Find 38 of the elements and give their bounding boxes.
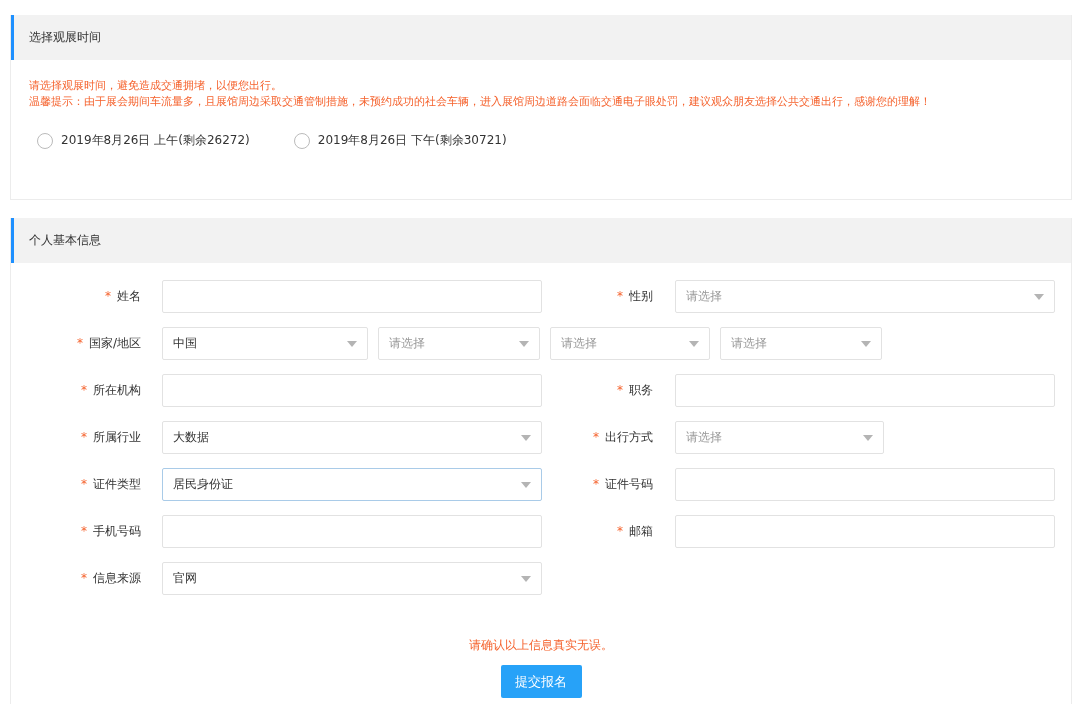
field-label: * 证件号码 [592,476,653,493]
confirm-text: 请确认以上信息真实无误。 [468,637,614,654]
section-title: 个人基本信息 [29,232,101,249]
caret-icon [521,434,531,441]
text-field[interactable] [162,515,542,548]
caret-icon [519,340,529,347]
select-field[interactable]: 中国 [162,327,368,360]
field-label: * 证件类型 [80,476,141,493]
field-label: * 姓名 [104,288,141,305]
caret-icon [521,575,531,582]
field-label: * 国家/地区 [75,335,141,352]
caret-icon [1034,293,1044,300]
text-field[interactable] [675,374,1055,407]
text-field[interactable] [675,468,1055,501]
text-field[interactable] [162,374,542,407]
select-field[interactable]: 大数据 [162,421,542,454]
field-label: * 邮箱 [616,523,653,540]
select-field[interactable]: 官网 [162,562,542,595]
notice-text: 请选择观展时间，避免造成交通拥堵，以便您出行。 [29,78,283,94]
caret-icon [863,434,873,441]
section-title: 选择观展时间 [29,29,101,46]
text-field[interactable] [162,280,542,313]
field-label: * 所属行业 [80,429,141,446]
caret-icon [861,340,871,347]
field-label: * 性别 [616,288,653,305]
field-label: * 出行方式 [592,429,653,446]
notice-text: 温馨提示：由于展会期间车流量多，且展馆周边采取交通管制措施，未预约成功的社会车辆，进入展馆周边道路会面临交通电子眼处罚，建议观众朋友选择公共交通出行，感谢您的理解！ [29,94,932,110]
caret-icon [689,340,699,347]
field-label: * 信息来源 [80,570,141,587]
caret-icon [521,481,531,488]
text-field[interactable] [675,515,1055,548]
time-option[interactable]: 2019年8月26日 上午(剩余26272) [37,132,250,149]
field-label: * 手机号码 [80,523,141,540]
select-field[interactable]: 居民身份证 [162,468,542,501]
caret-icon [347,340,357,347]
field-label: * 所在机构 [80,382,141,399]
field-label: * 职务 [616,382,653,399]
time-option[interactable]: 2019年8月26日 下午(剩余30721) [293,132,507,149]
